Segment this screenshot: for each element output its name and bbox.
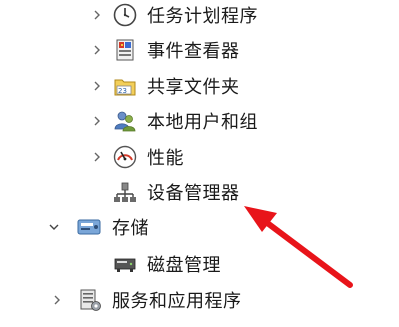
services-icon xyxy=(77,287,103,313)
tree-item-local-users-groups[interactable]: 本地用户和组 xyxy=(90,106,258,136)
tree-item-label: 服务和应用程序 xyxy=(112,291,242,312)
chevron-right-icon[interactable] xyxy=(90,8,104,22)
event-viewer-icon xyxy=(112,37,138,63)
disk-icon xyxy=(112,251,138,277)
tree-item-disk-management[interactable]: 磁盘管理 xyxy=(112,249,221,279)
tree-item-label: 任务计划程序 xyxy=(147,6,258,27)
tree-item-label: 存储 xyxy=(112,218,149,239)
tree-item-label: 本地用户和组 xyxy=(147,112,258,133)
tree-item-task-scheduler[interactable]: 任务计划程序 xyxy=(90,0,258,30)
chevron-right-icon[interactable] xyxy=(90,150,104,164)
users-icon xyxy=(112,108,138,134)
svg-text:23: 23 xyxy=(118,87,127,95)
chevron-right-icon[interactable] xyxy=(50,293,64,307)
clock-icon xyxy=(112,2,138,28)
chevron-right-icon[interactable] xyxy=(90,79,104,93)
device-manager-icon xyxy=(112,179,138,205)
console-tree: 任务计划程序 事件查看器 23 共享文件夹 本地用户和组 性能 设备管理器 存储… xyxy=(0,0,399,327)
tree-item-services-applications[interactable]: 服务和应用程序 xyxy=(50,285,242,315)
tree-item-storage[interactable]: 存储 xyxy=(47,212,149,242)
shared-folder-icon: 23 xyxy=(112,73,138,99)
tree-item-event-viewer[interactable]: 事件查看器 xyxy=(90,35,240,65)
tree-item-label: 性能 xyxy=(147,148,184,169)
tree-item-shared-folders[interactable]: 23 共享文件夹 xyxy=(90,71,240,101)
chevron-right-icon[interactable] xyxy=(90,114,104,128)
tree-item-device-manager[interactable]: 设备管理器 xyxy=(112,177,240,207)
tree-item-label: 共享文件夹 xyxy=(147,77,240,98)
tree-item-label: 磁盘管理 xyxy=(147,255,221,276)
performance-icon xyxy=(112,144,138,170)
tree-item-label: 设备管理器 xyxy=(147,183,240,204)
tree-item-performance[interactable]: 性能 xyxy=(90,142,184,172)
chevron-down-icon[interactable] xyxy=(47,220,61,234)
tree-item-label: 事件查看器 xyxy=(147,41,240,62)
storage-icon xyxy=(77,214,103,240)
chevron-right-icon[interactable] xyxy=(90,43,104,57)
